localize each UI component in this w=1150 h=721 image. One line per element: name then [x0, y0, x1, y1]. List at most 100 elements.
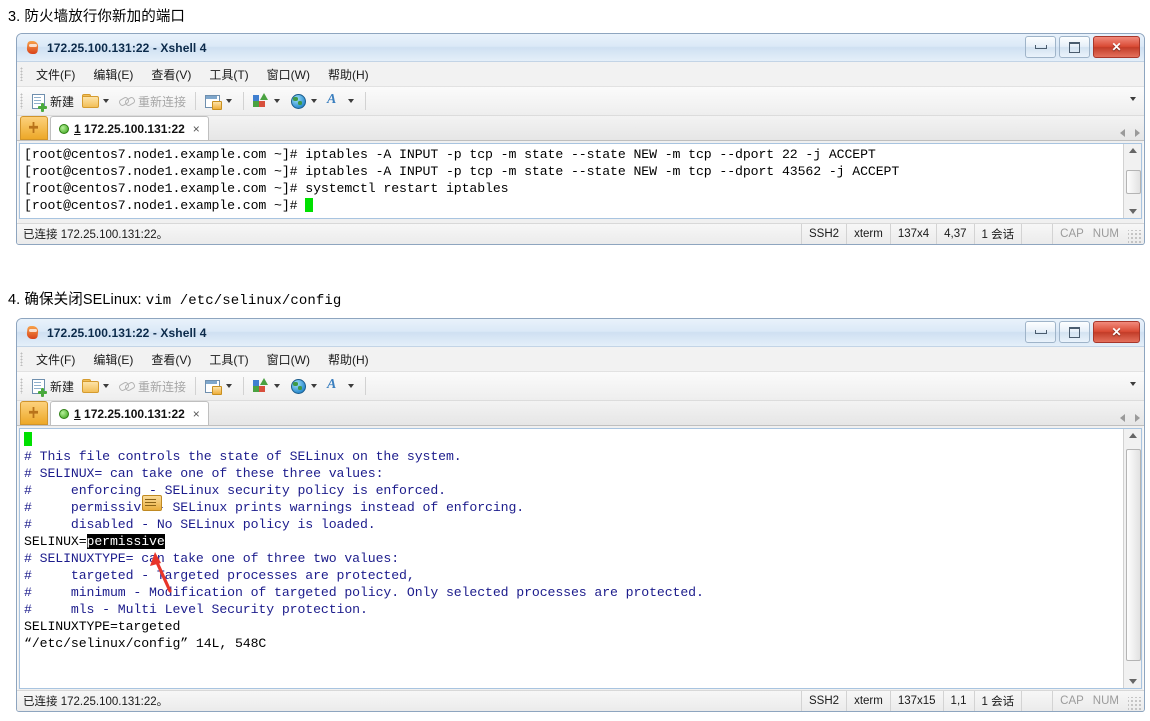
menu-item-window-1[interactable]: 窗口(W) — [258, 64, 319, 85]
terminal-output-1[interactable]: [root@centos7.node1.example.com ~]# ipta… — [20, 144, 1123, 218]
screenshot-page: 3. 防火墙放行你新加的端口 172.25.100.131:22 - Xshel… — [0, 0, 1150, 721]
toolbar-font-button-1[interactable]: A — [323, 92, 360, 110]
toolbar-overflow-chevron-down-icon[interactable] — [1130, 97, 1136, 101]
session-tab-1[interactable]: 1 172.25.100.131:22 × — [50, 116, 209, 140]
window-controls-2[interactable]: ✕ — [1025, 321, 1140, 343]
toolbar-open-button-2[interactable] — [78, 377, 115, 395]
terminal-text: # This file controls the state of SELinu… — [24, 449, 462, 464]
window-controls-1[interactable]: ✕ — [1025, 36, 1140, 58]
toolbar-globe-button-1[interactable] — [286, 92, 323, 110]
menu-item-help-1[interactable]: 帮助(H) — [319, 64, 378, 85]
scrollbar-thumb-2[interactable] — [1126, 449, 1141, 661]
file-transfer-icon — [253, 93, 269, 109]
tab-scroll-left-icon[interactable] — [1120, 129, 1125, 137]
globe-dropdown-arrow-icon[interactable] — [311, 99, 318, 103]
menu-item-window-2[interactable]: 窗口(W) — [258, 349, 319, 370]
tab-scroll-right-icon[interactable] — [1135, 129, 1140, 137]
resize-grip-2[interactable] — [1128, 697, 1142, 711]
minimize-button-1[interactable] — [1025, 36, 1056, 58]
tabstrip-1[interactable]: 1 172.25.100.131:22 × — [17, 116, 1144, 141]
tab-scroll-right-icon-2[interactable] — [1135, 414, 1140, 422]
toolbar-globe-button-2[interactable] — [286, 377, 323, 395]
toolbar-new-label-1: 新建 — [50, 94, 75, 109]
tab-close-icon-1[interactable]: × — [193, 122, 200, 136]
titlebar-1[interactable]: 172.25.100.131:22 - Xshell 4 ✕ — [17, 34, 1144, 62]
font-dropdown-arrow-icon-2[interactable] — [348, 384, 355, 388]
tab-index-1: 1 — [74, 121, 81, 136]
section-4-heading: 4. 确保关闭SELinux: vim /etc/selinux/config — [8, 288, 341, 309]
terminal-text: “/etc/selinux/config” 14L, 548C — [24, 636, 267, 651]
session-tab-label-2: 1 172.25.100.131:22 — [74, 407, 185, 421]
transfer-dropdown-arrow-icon[interactable] — [274, 99, 281, 103]
toolbar-font-button-2[interactable]: A — [323, 377, 360, 395]
tabstrip-nav-1[interactable] — [1120, 129, 1140, 137]
scroll-up-arrow-icon-2[interactable] — [1128, 433, 1137, 438]
font-dropdown-arrow-icon[interactable] — [348, 99, 355, 103]
menu-item-view-1[interactable]: 查看(V) — [142, 64, 200, 85]
transfer-dropdown-arrow-icon-2[interactable] — [274, 384, 281, 388]
terminal-area-1[interactable]: [root@centos7.node1.example.com ~]# ipta… — [19, 143, 1142, 219]
session-dropdown-arrow-icon-2[interactable] — [226, 384, 233, 388]
toolbar-2[interactable]: 新建 重新连接 A — [17, 372, 1144, 401]
tab-scroll-left-icon-2[interactable] — [1120, 414, 1125, 422]
session-dropdown-arrow-icon[interactable] — [226, 99, 233, 103]
section-4-heading-text: 4. 确保关闭SELinux: — [8, 292, 146, 308]
close-button-1[interactable]: ✕ — [1093, 36, 1140, 58]
scroll-down-arrow-icon-1[interactable] — [1128, 209, 1137, 214]
toolbar-reconnect-button-2[interactable]: 重新连接 — [115, 377, 190, 396]
new-tab-button-1[interactable] — [20, 116, 48, 140]
tab-close-icon-2[interactable]: × — [193, 407, 200, 421]
scroll-up-arrow-icon-1[interactable] — [1128, 148, 1137, 153]
menu-item-view-2[interactable]: 查看(V) — [142, 349, 200, 370]
tabstrip-nav-2[interactable] — [1120, 414, 1140, 422]
toolbar-transfer-button-1[interactable] — [249, 92, 286, 110]
terminal-line: [root@centos7.node1.example.com ~]# ipta… — [24, 163, 1123, 180]
scrollbar-thumb-1[interactable] — [1126, 170, 1141, 194]
xshell-window-2[interactable]: 172.25.100.131:22 - Xshell 4 ✕ 文件(F) 编辑(… — [16, 318, 1145, 712]
xshell-window-1[interactable]: 172.25.100.131:22 - Xshell 4 ✕ 文件(F) 编辑(… — [16, 33, 1145, 245]
tab-address-1: 172.25.100.131:22 — [84, 121, 185, 136]
minimize-button-2[interactable] — [1025, 321, 1056, 343]
status-cells-2: SSH2 xterm 137x15 1,1 1 会话 CAP NUM — [801, 691, 1144, 711]
terminal-area-2[interactable]: # This file controls the state of SELinu… — [19, 428, 1142, 689]
open-dropdown-arrow-icon-2[interactable] — [103, 384, 110, 388]
menu-item-help-2[interactable]: 帮助(H) — [319, 349, 378, 370]
toolbar-separator-2a — [195, 377, 197, 395]
close-button-2[interactable]: ✕ — [1093, 321, 1140, 343]
toolbar-new-button-1[interactable]: 新建 — [27, 92, 78, 112]
menu-item-tools-2[interactable]: 工具(T) — [200, 349, 257, 370]
menu-item-file-1[interactable]: 文件(F) — [27, 64, 84, 85]
resize-grip-1[interactable] — [1128, 230, 1142, 244]
menubar-2[interactable]: 文件(F) 编辑(E) 查看(V) 工具(T) 窗口(W) 帮助(H) — [17, 347, 1144, 372]
toolbar-1[interactable]: 新建 重新连接 A — [17, 87, 1144, 116]
session-properties-icon-2 — [205, 378, 223, 395]
font-icon-2: A — [327, 377, 337, 392]
session-tab-2[interactable]: 1 172.25.100.131:22 × — [50, 401, 209, 425]
toolbar-open-button-1[interactable] — [78, 92, 115, 110]
toolbar-reconnect-button-1[interactable]: 重新连接 — [115, 92, 190, 111]
maximize-button-1[interactable] — [1059, 36, 1090, 58]
globe-dropdown-arrow-icon-2[interactable] — [311, 384, 318, 388]
toolbar-overflow-chevron-down-icon-2[interactable] — [1130, 382, 1136, 386]
scroll-down-arrow-icon-2[interactable] — [1128, 679, 1137, 684]
status-termtype-1: xterm — [846, 224, 890, 244]
maximize-button-2[interactable] — [1059, 321, 1090, 343]
open-dropdown-arrow-icon[interactable] — [103, 99, 110, 103]
tabstrip-2[interactable]: 1 172.25.100.131:22 × — [17, 401, 1144, 426]
titlebar-2[interactable]: 172.25.100.131:22 - Xshell 4 ✕ — [17, 319, 1144, 347]
menubar-1[interactable]: 文件(F) 编辑(E) 查看(V) 工具(T) 窗口(W) 帮助(H) — [17, 62, 1144, 87]
menu-item-file-2[interactable]: 文件(F) — [27, 349, 84, 370]
terminal-output-2[interactable]: # This file controls the state of SELinu… — [20, 429, 1123, 688]
menu-item-edit-1[interactable]: 编辑(E) — [84, 64, 142, 85]
toolbar-session-button-1[interactable] — [201, 92, 238, 110]
terminal-scrollbar-1[interactable] — [1123, 144, 1141, 218]
new-tab-button-2[interactable] — [20, 401, 48, 425]
toolbar-new-button-2[interactable]: 新建 — [27, 377, 78, 397]
terminal-line: “/etc/selinux/config” 14L, 548C — [24, 635, 1123, 652]
terminal-text: # disabled - No SELinux policy is loaded… — [24, 517, 376, 532]
toolbar-transfer-button-2[interactable] — [249, 377, 286, 395]
menu-item-tools-1[interactable]: 工具(T) — [200, 64, 257, 85]
terminal-scrollbar-2[interactable] — [1123, 429, 1141, 688]
toolbar-session-button-2[interactable] — [201, 377, 238, 395]
menu-item-edit-2[interactable]: 编辑(E) — [84, 349, 142, 370]
